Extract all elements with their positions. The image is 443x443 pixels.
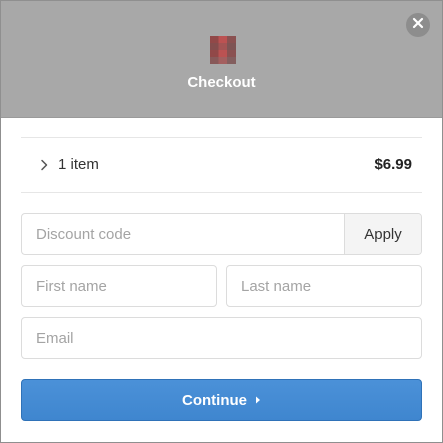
checkout-modal: Checkout 1 item $6.99 Apply Continue xyxy=(0,0,443,443)
discount-code-input[interactable] xyxy=(22,214,344,254)
caret-right-icon xyxy=(255,396,261,404)
item-count[interactable]: 1 item xyxy=(58,156,99,173)
last-name-input[interactable] xyxy=(227,266,421,306)
last-name-field xyxy=(226,265,422,307)
merchant-logo xyxy=(210,36,236,64)
checkout-header: Checkout xyxy=(1,1,442,118)
close-button[interactable] xyxy=(406,13,430,37)
email-input[interactable] xyxy=(22,318,421,358)
order-total: $6.99 xyxy=(374,156,412,173)
continue-label: Continue xyxy=(182,391,247,409)
order-summary: 1 item $6.99 xyxy=(21,137,422,193)
continue-button[interactable]: Continue xyxy=(21,379,422,421)
chevron-right-icon[interactable] xyxy=(39,158,49,171)
apply-button[interactable]: Apply xyxy=(344,214,421,254)
checkout-title: Checkout xyxy=(187,74,256,91)
first-name-field xyxy=(21,265,217,307)
first-name-input[interactable] xyxy=(22,266,216,306)
email-field xyxy=(21,317,422,359)
close-icon xyxy=(412,16,424,34)
discount-field: Apply xyxy=(21,213,422,255)
